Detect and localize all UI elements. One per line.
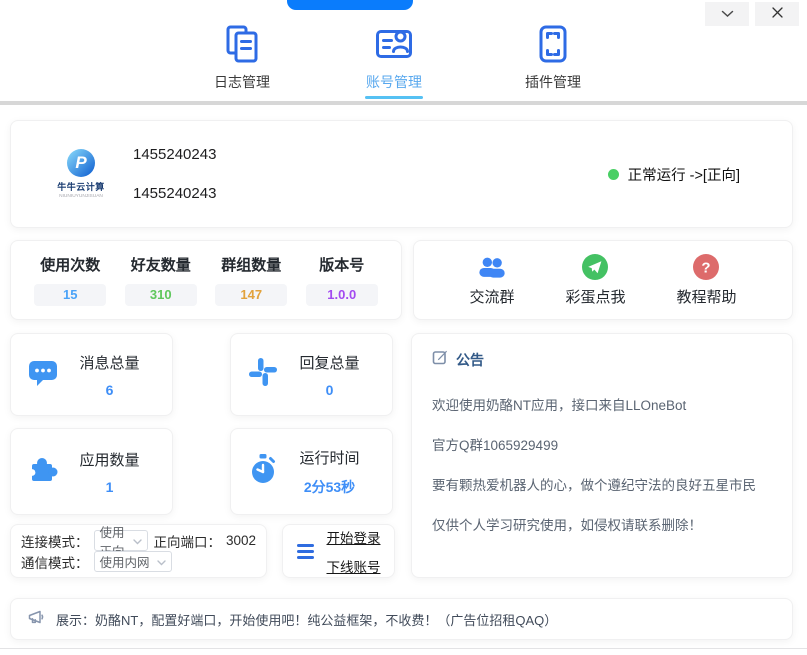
comm-mode-value: 使用内网 [100,552,150,571]
stat-value: 15 [34,284,106,306]
footer-announcement-bar: 展示：奶酪NT，配置好端口，开始使用吧！纯公益框架，不收费！（广告位招租QAQ） [10,598,793,640]
connect-mode-select[interactable]: 使用正向 [94,530,149,551]
question-icon: ? [676,253,736,281]
announcement-line: 官方Q群1065929499 [432,434,772,454]
account-card: P 牛牛云计算 NIUNIUYUNJISUAN 1455240243 14552… [10,120,793,228]
metric-runtime: 运行时间 2分53秒 [230,428,393,515]
metric-messages-total: 消息总量 6 [10,333,173,416]
tab-log-management[interactable]: 日志管理 [196,20,288,92]
port-label: 正向端口： [153,531,221,551]
metric-value: 0 [281,382,378,398]
stat-friend-count: 好友数量 310 [125,254,197,306]
app-window: 日志管理 账号管理 [0,0,807,655]
window-bottom-border [0,648,807,649]
chevron-down-icon [157,555,166,569]
metric-replies-total: 回复总量 0 [230,333,393,416]
pinwheel-icon [245,354,281,395]
port-value: 3002 [226,533,256,548]
window-accent-pill [287,0,413,10]
avatar-name: 牛牛云计算 [41,180,121,193]
account-actions-card: 开始登录 下线账号 [282,524,395,578]
metric-value: 6 [61,382,158,398]
stat-value: 1.0.0 [306,284,378,306]
quick-link-label: 交流群 [469,286,514,307]
footer-text: 展示：奶酪NT，配置好端口，开始使用吧！纯公益框架，不收费！（广告位招租QAQ） [56,610,557,629]
stat-group-count: 群组数量 147 [215,254,287,306]
metric-title: 回复总量 [281,352,378,373]
comm-mode-label: 通信模式： [21,552,89,572]
metric-title: 消息总量 [61,352,158,373]
tabbar-divider [0,101,807,105]
announcement-line: 要有颗热爱机器人的心，做个遵纪守法的良好五星市民 [432,474,772,494]
tab-plugin-management[interactable]: 插件管理 [507,20,599,92]
chat-icon [25,354,61,395]
quick-link-label: 教程帮助 [676,286,736,307]
megaphone-icon [27,608,45,631]
people-icon [469,253,514,281]
connection-settings-card: 连接模式： 使用正向 正向端口： 3002 通信模式： 使用内网 [10,524,267,578]
metric-value: 2分53秒 [281,477,378,497]
account-uid: 1455240243 [133,185,216,202]
menu-icon [297,544,314,559]
quick-link-label: 彩蛋点我 [565,286,625,307]
stat-label: 使用次数 [34,254,106,275]
tab-active-underline [365,96,423,99]
quick-link-easter-egg[interactable]: 彩蛋点我 [565,253,625,307]
account-icon [348,20,440,68]
tab-bar: 日志管理 账号管理 [0,20,807,102]
tab-label: 账号管理 [348,72,440,92]
tab-account-management[interactable]: 账号管理 [348,20,440,99]
offline-account-link[interactable]: 下线账号 [327,556,381,576]
avatar-logo: P [67,149,95,177]
stat-label: 群组数量 [215,254,287,275]
chevron-down-icon [133,534,142,548]
run-status: 正常运行 ->[正向] [608,164,740,185]
metric-title: 运行时间 [281,447,378,468]
stat-value: 147 [215,284,287,306]
puzzle-icon [25,451,61,492]
quick-links-card: 交流群 彩蛋点我 ? 教程帮助 [413,240,793,320]
metric-value: 1 [61,479,158,495]
avatar: P 牛牛云计算 NIUNIUYUNJISUAN [41,149,121,199]
tab-label: 日志管理 [196,72,288,92]
status-dot [608,169,619,180]
metric-app-count: 应用数量 1 [10,428,173,515]
svg-text:?: ? [702,260,711,277]
stat-label: 好友数量 [125,254,197,275]
plugin-icon [507,20,599,68]
account-nickname: 1455240243 [133,146,216,163]
stat-label: 版本号 [306,254,378,275]
announcement-line: 欢迎使用奶酪NT应用，接口来自LLOneBot [432,394,772,414]
metric-title: 应用数量 [61,449,158,470]
quick-link-tutorial-help[interactable]: ? 教程帮助 [676,253,736,307]
avatar-subtitle: NIUNIUYUNJISUAN [49,194,113,199]
announcement-panel: 公告 欢迎使用奶酪NT应用，接口来自LLOneBot 官方Q群106592949… [411,333,793,578]
edit-icon [432,349,448,370]
stat-version: 版本号 1.0.0 [306,254,378,306]
stats-card: 使用次数 15 好友数量 310 群组数量 147 版本号 1.0.0 [10,240,402,320]
stat-value: 310 [125,284,197,306]
quick-link-chat-group[interactable]: 交流群 [469,253,514,307]
stat-usage-count: 使用次数 15 [34,254,106,306]
stopwatch-icon [245,451,281,492]
status-text: 正常运行 ->[正向] [628,164,740,185]
log-icon [196,20,288,68]
start-login-link[interactable]: 开始登录 [327,527,381,547]
announcement-title: 公告 [456,350,484,370]
connect-mode-label: 连接模式： [21,531,89,551]
telegram-icon [565,253,625,281]
comm-mode-select[interactable]: 使用内网 [94,551,172,572]
announcement-line: 仅供个人学习研究使用，如侵权请联系删除！ [432,514,772,534]
tab-label: 插件管理 [507,72,599,92]
